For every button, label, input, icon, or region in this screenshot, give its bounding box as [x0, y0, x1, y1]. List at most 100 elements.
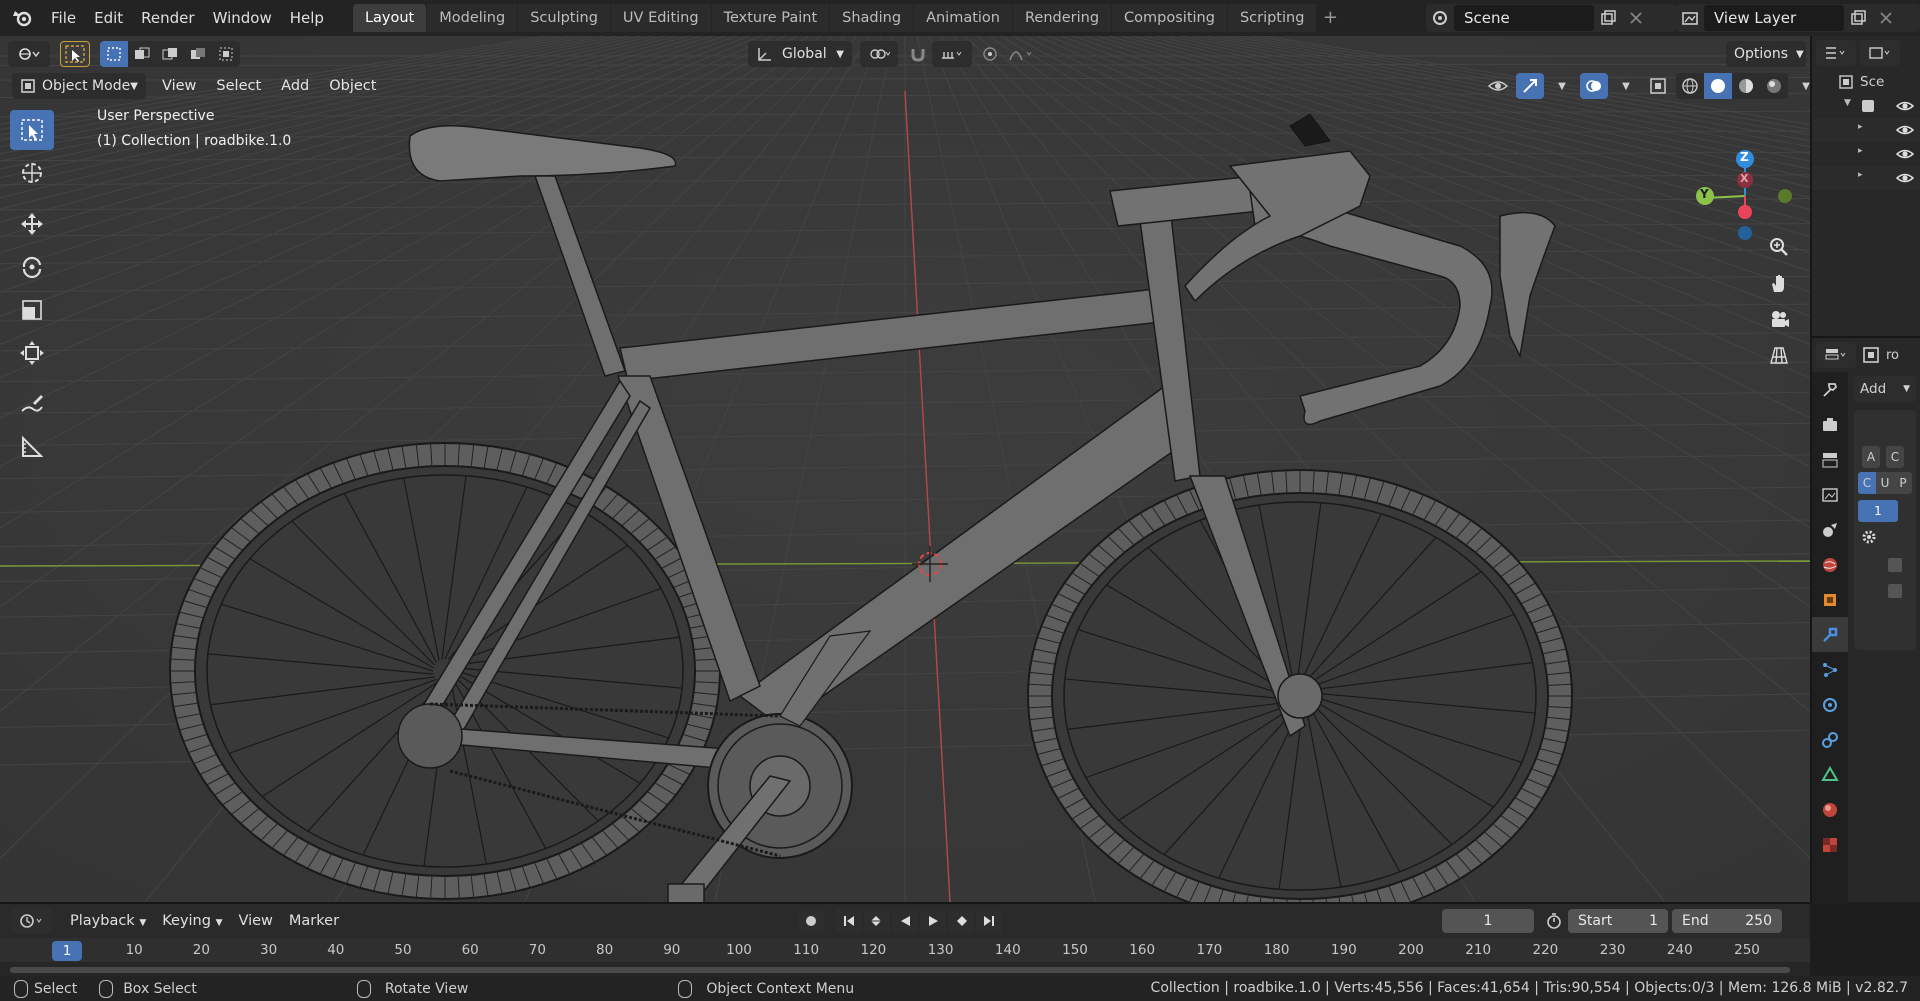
- object-mode-dropdown[interactable]: Object Mode ▼: [12, 73, 146, 99]
- segment-p[interactable]: P: [1894, 472, 1912, 494]
- physics-properties-icon[interactable]: [1812, 687, 1848, 722]
- tab-scripting[interactable]: Scripting: [1227, 4, 1317, 32]
- view-layer-properties-icon[interactable]: [1812, 477, 1848, 512]
- start-frame-field[interactable]: Start 1: [1568, 909, 1668, 933]
- scrollbar-thumb[interactable]: [10, 967, 1790, 973]
- wireframe-shading-icon[interactable]: [1676, 73, 1704, 99]
- select-box-tool-icon[interactable]: [10, 110, 54, 150]
- gizmo-toggle-icon[interactable]: [1516, 73, 1544, 99]
- collection-checkbox-icon[interactable]: [1862, 100, 1874, 112]
- menu-view[interactable]: View: [152, 73, 206, 99]
- overlays-dropdown-icon[interactable]: ▼: [1612, 73, 1640, 99]
- annotate-tool-icon[interactable]: [10, 384, 54, 424]
- tab-layout[interactable]: Layout: [352, 4, 427, 32]
- editor-type-icon[interactable]: [8, 41, 50, 67]
- world-properties-icon[interactable]: [1812, 547, 1848, 582]
- constraints-properties-icon[interactable]: [1812, 722, 1848, 757]
- zoom-icon[interactable]: [1762, 230, 1796, 264]
- tab-shading[interactable]: Shading: [830, 4, 914, 32]
- overlays-icon[interactable]: [1580, 73, 1608, 99]
- tab-uv-editing[interactable]: UV Editing: [610, 4, 711, 32]
- tab-sculpting[interactable]: Sculpting: [518, 4, 610, 32]
- end-frame-field[interactable]: End 250: [1672, 909, 1782, 933]
- play-icon[interactable]: [920, 909, 946, 933]
- eye-icon[interactable]: [1895, 99, 1915, 117]
- menu-select[interactable]: Select: [206, 73, 271, 99]
- eye-icon[interactable]: [1895, 171, 1915, 189]
- menu-edit[interactable]: Edit: [85, 4, 132, 32]
- select-extend-icon[interactable]: [128, 41, 156, 67]
- segment-u[interactable]: U: [1876, 472, 1894, 494]
- eye-icon[interactable]: [1895, 123, 1915, 141]
- stopwatch-icon[interactable]: [1540, 908, 1568, 934]
- pan-hand-icon[interactable]: [1762, 266, 1796, 300]
- collapsed-arrow-icon[interactable]: ▸: [1858, 146, 1863, 156]
- outliner-row[interactable]: ▸: [1812, 142, 1920, 166]
- modifier-c-button[interactable]: C: [1886, 446, 1904, 468]
- select-new-icon[interactable]: [100, 41, 128, 67]
- collapsed-arrow-icon[interactable]: ▸: [1858, 122, 1863, 132]
- modifier-checkbox[interactable]: [1888, 558, 1902, 572]
- cursor-tool-icon[interactable]: [10, 153, 54, 193]
- delete-view-layer-icon[interactable]: [1872, 5, 1900, 31]
- segment-c[interactable]: C: [1858, 472, 1876, 494]
- delete-scene-icon[interactable]: [1622, 5, 1650, 31]
- transform-tool-icon[interactable]: [10, 333, 54, 373]
- blender-logo-icon[interactable]: [8, 4, 36, 32]
- scene-name-field[interactable]: Scene: [1454, 5, 1594, 31]
- modifier-gear-icon[interactable]: [1860, 528, 1878, 550]
- view-layer-name-field[interactable]: View Layer: [1704, 5, 1844, 31]
- display-mode-icon[interactable]: [1860, 40, 1900, 66]
- outliner-row[interactable]: ▸: [1812, 118, 1920, 142]
- tab-modeling[interactable]: Modeling: [427, 4, 518, 32]
- perspective-toggle-icon[interactable]: [1762, 338, 1796, 372]
- add-workspace-button[interactable]: +: [1317, 4, 1343, 32]
- snap-icon[interactable]: [904, 41, 932, 67]
- play-reverse-icon[interactable]: [892, 909, 918, 933]
- outliner-row[interactable]: ▸: [1812, 166, 1920, 190]
- menu-render[interactable]: Render: [132, 4, 203, 32]
- material-properties-icon[interactable]: [1812, 792, 1848, 827]
- render-properties-icon[interactable]: [1812, 407, 1848, 442]
- current-frame-marker[interactable]: 1: [52, 941, 82, 961]
- modifier-checkbox-2[interactable]: [1888, 584, 1902, 598]
- transform-orientation-dropdown[interactable]: Global ▼: [748, 41, 852, 67]
- timeline-ruler[interactable]: 1 10 20 30 40 50 60 70 80 90 100 110 120 130 140 150 16…: [0, 938, 1810, 962]
- tab-texture-paint[interactable]: Texture Paint: [711, 4, 830, 32]
- modifier-value-field[interactable]: 1: [1858, 500, 1898, 522]
- collapsed-arrow-icon[interactable]: ▸: [1858, 170, 1863, 180]
- select-subtract-icon[interactable]: [156, 41, 184, 67]
- menu-file[interactable]: File: [42, 4, 85, 32]
- measure-tool-icon[interactable]: [10, 427, 54, 467]
- record-icon[interactable]: [798, 909, 824, 933]
- options-dropdown[interactable]: Options ▼: [1726, 41, 1806, 67]
- tab-compositing[interactable]: Compositing: [1112, 4, 1227, 32]
- current-frame-field[interactable]: 1: [1442, 909, 1534, 933]
- 3d-viewport[interactable]: Z Y X User Perspective (1) Collection | …: [0, 36, 1810, 902]
- view-layer-selector[interactable]: View Layer: [1676, 4, 1920, 32]
- expand-arrow-icon[interactable]: ▼: [1844, 98, 1851, 108]
- output-properties-icon[interactable]: [1812, 442, 1848, 477]
- jump-start-icon[interactable]: [836, 909, 862, 933]
- select-invert-icon[interactable]: [184, 41, 212, 67]
- modifier-properties-icon[interactable]: [1812, 617, 1848, 652]
- camera-view-icon[interactable]: [1762, 302, 1796, 336]
- tool-settings-icon[interactable]: [1812, 372, 1848, 407]
- rendered-shading-icon[interactable]: [1760, 73, 1788, 99]
- scene-properties-icon[interactable]: [1812, 512, 1848, 547]
- properties-editor-type-icon[interactable]: [1816, 342, 1856, 368]
- new-view-layer-icon[interactable]: [1844, 5, 1872, 31]
- scale-tool-icon[interactable]: [10, 290, 54, 330]
- visibility-icon[interactable]: [1484, 73, 1512, 99]
- next-keyframe-icon[interactable]: [948, 909, 974, 933]
- modifier-a-button[interactable]: A: [1862, 446, 1880, 468]
- select-intersect-icon[interactable]: [212, 41, 240, 67]
- menu-help[interactable]: Help: [281, 4, 333, 32]
- tab-animation[interactable]: Animation: [914, 4, 1012, 32]
- outliner-editor-type-icon[interactable]: [1816, 40, 1856, 66]
- new-scene-icon[interactable]: [1594, 5, 1622, 31]
- menu-timeline-view[interactable]: View: [230, 913, 280, 929]
- texture-properties-icon[interactable]: [1812, 827, 1848, 862]
- add-modifier-button[interactable]: Add ▼: [1854, 376, 1916, 402]
- object-properties-icon[interactable]: [1812, 582, 1848, 617]
